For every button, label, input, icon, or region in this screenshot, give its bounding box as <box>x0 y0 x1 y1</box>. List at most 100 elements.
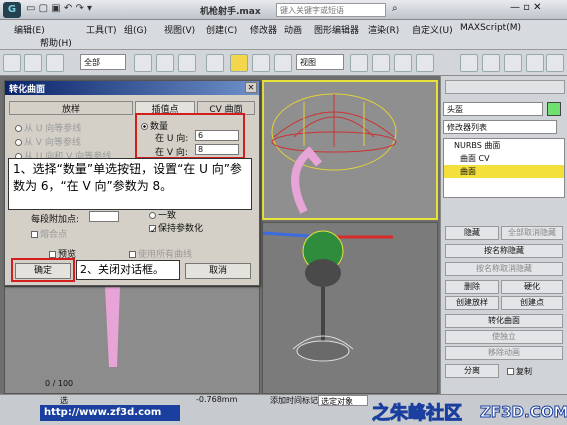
unhide-all-button[interactable]: 全部取消隐藏 <box>501 226 563 240</box>
viewport-bottom-left[interactable]: 0 / 100 <box>4 286 260 394</box>
menu-rendering[interactable]: 渲染(R) <box>368 23 399 36</box>
panel-tabs[interactable] <box>445 80 565 94</box>
menu-bar: 编辑(E) 工具(T) 组(G) 视图(V) 创建(C) 修改器 动画 图形编辑… <box>0 20 567 50</box>
align-icon[interactable] <box>482 54 500 72</box>
dialog-title: 转化曲面 <box>5 81 259 95</box>
use-all-curves-checkbox[interactable]: 使用所有曲线 <box>129 247 192 260</box>
copy-checkbox[interactable]: 复制 <box>507 366 532 377</box>
menu-modifiers[interactable]: 修改器 <box>250 23 277 36</box>
object-name-field[interactable]: 头盔 <box>443 102 543 116</box>
add-time-tag-button[interactable]: 添加时间标记 <box>270 395 318 406</box>
menu-help[interactable]: 帮助(H) <box>40 36 72 49</box>
menu-edit[interactable]: 编辑(E) <box>14 23 45 36</box>
menu-graph-editors[interactable]: 图形编辑器 <box>314 23 359 36</box>
status-select-label: 选 <box>60 396 68 405</box>
hide-by-name-button[interactable]: 按名称隐藏 <box>445 244 563 258</box>
radio-from-v-label: 从 V 向等参线 <box>24 138 81 148</box>
radio-from-v[interactable]: 从 V 向等参线 <box>15 135 81 148</box>
tab-loft[interactable]: 放样 <box>9 101 133 115</box>
title-bar: G ▭ ▢ ▣ ↶ ↷ ▾ 机枪射手.max 键入关键字或短语 ⌕ — ▫ ✕ <box>0 0 567 20</box>
timeline-label: 0 / 100 <box>45 379 74 388</box>
per-seg-label: 每段附加点: <box>31 215 80 225</box>
make-independent-button[interactable]: 使独立 <box>445 330 563 344</box>
link-icon[interactable] <box>24 54 42 72</box>
mirror-icon[interactable] <box>460 54 478 72</box>
copy-label: 复制 <box>516 367 532 376</box>
create-point-button[interactable]: 创建点 <box>501 296 563 310</box>
viewport-top-right[interactable] <box>262 80 438 220</box>
percent-snap-icon[interactable] <box>416 54 434 72</box>
undo-icon[interactable] <box>3 54 21 72</box>
main-toolbar: 全部 视图 <box>0 50 567 76</box>
select-by-name-icon[interactable] <box>156 54 174 72</box>
menu-animation[interactable]: 动画 <box>284 23 302 36</box>
material-editor-icon[interactable] <box>504 54 522 72</box>
search-input[interactable]: 键入关键字或短语 <box>276 3 386 17</box>
site-watermark: ZF3D.COM <box>479 403 567 422</box>
snap-icon[interactable] <box>372 54 390 72</box>
url-watermark: http://www.zf3d.com <box>40 405 180 421</box>
window-title: 机枪射手.max <box>200 7 261 17</box>
viewport-perspective[interactable] <box>262 222 438 394</box>
menu-group[interactable]: 组(G) <box>124 23 147 36</box>
menu-view[interactable]: 视图(V) <box>164 23 195 36</box>
region-select-icon[interactable] <box>178 54 196 72</box>
highlight-count-box <box>135 113 245 159</box>
keep-param-label: 保持参数化 <box>158 224 204 234</box>
per-seg-input[interactable] <box>89 211 119 222</box>
object-color-swatch[interactable] <box>547 102 561 116</box>
plant-model-icon <box>262 230 393 362</box>
use-all-curves-label: 使用所有曲线 <box>138 250 193 260</box>
seal-label: 熔合点 <box>40 230 68 240</box>
render-setup-icon[interactable] <box>526 54 544 72</box>
render-icon[interactable] <box>546 54 564 72</box>
create-loft-button[interactable]: 创建放样 <box>445 296 499 310</box>
cancel-button[interactable]: 取消 <box>185 263 251 279</box>
harden-button[interactable]: 硬化 <box>501 280 563 294</box>
remove-animation-button[interactable]: 移除动画 <box>445 346 563 360</box>
status-bar: http://www.zf3d.com 选 -0.768mm 添加时间标记 选定… <box>0 394 567 425</box>
window-controls[interactable]: — ▫ ✕ <box>510 2 542 13</box>
command-panel: 头盔 修改器列表 NURBS 曲面 曲面 CV 曲面 隐藏 全部取消隐藏 按名称… <box>440 76 567 394</box>
rotate-icon[interactable] <box>252 54 270 72</box>
menu-create[interactable]: 创建(C) <box>206 23 237 36</box>
app-logo-icon[interactable]: G <box>3 2 21 18</box>
selected-dropdown[interactable]: 选定对象 <box>318 395 368 406</box>
unlink-icon[interactable] <box>46 54 64 72</box>
quick-access-icons[interactable]: ▭ ▢ ▣ ↶ ↷ ▾ <box>26 3 92 14</box>
select-object-icon[interactable] <box>134 54 152 72</box>
callout-step1: 1、选择“数量”单选按钮，设置“在 U 向”参数为 6，“在 V 向”参数为 8… <box>8 158 252 210</box>
angle-snap-icon[interactable] <box>394 54 412 72</box>
radio-from-u[interactable]: 从 U 向等参线 <box>15 121 81 134</box>
menu-tools[interactable]: 工具(T) <box>86 23 117 36</box>
dialog-close-icon[interactable]: ✕ <box>245 82 257 93</box>
convert-surface-button[interactable]: 转化曲面 <box>445 314 563 328</box>
reference-coord-dropdown[interactable]: 视图 <box>296 54 344 70</box>
search-icon[interactable]: ⌕ <box>392 3 398 14</box>
scale-icon[interactable] <box>274 54 292 72</box>
selection-filter-dropdown[interactable]: 全部 <box>80 54 126 70</box>
radio-from-u-label: 从 U 向等参线 <box>24 124 82 134</box>
pink-shape-icon <box>105 287 120 367</box>
brand-watermark: 之朱峰社区 <box>372 403 463 425</box>
seal-checkbox[interactable]: 熔合点 <box>31 227 67 240</box>
modifier-list-dropdown[interactable]: 修改器列表 <box>443 120 557 134</box>
delete-button[interactable]: 删除 <box>445 280 499 294</box>
move-icon[interactable] <box>230 54 248 72</box>
hide-button[interactable]: 隐藏 <box>445 226 499 240</box>
stack-item-surface[interactable]: 曲面 <box>444 165 564 178</box>
pivot-icon[interactable] <box>350 54 368 72</box>
helmet-wireframe-icon <box>271 93 397 214</box>
stack-item-cv[interactable]: 曲面 CV <box>444 152 564 165</box>
menu-customize[interactable]: 自定义(U) <box>412 23 453 36</box>
keep-param-checkbox[interactable]: ✓保持参数化 <box>149 221 204 236</box>
callout-step2: 2、关闭对话框。 <box>76 260 180 280</box>
menu-maxscript[interactable]: MAXScript(M) <box>460 23 521 33</box>
window-crossing-icon[interactable] <box>206 54 224 72</box>
coord-readout[interactable]: -0.768mm <box>196 395 237 404</box>
modifier-stack: NURBS 曲面 曲面 CV 曲面 <box>443 138 565 198</box>
detach-button[interactable]: 分离 <box>445 364 499 378</box>
unhide-by-name-button[interactable]: 按名称取消隐藏 <box>445 262 563 276</box>
stack-item-nurbs[interactable]: NURBS 曲面 <box>444 139 564 152</box>
highlight-ok-box <box>11 258 75 282</box>
